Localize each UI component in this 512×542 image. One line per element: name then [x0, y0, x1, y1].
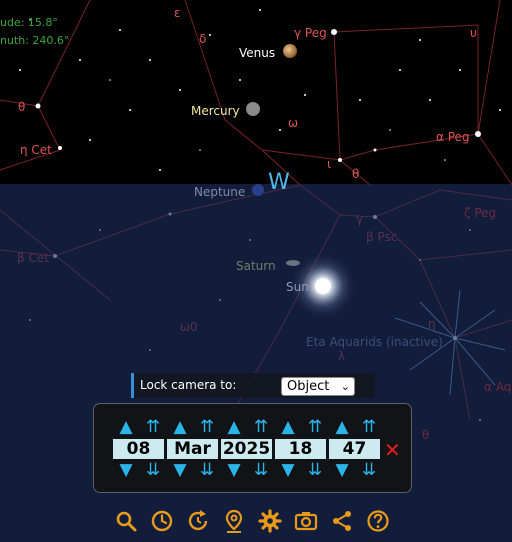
- help-button[interactable]: [365, 508, 391, 534]
- label-delta: δ: [199, 32, 207, 46]
- gear-icon: [258, 509, 282, 533]
- month-up-fast-button[interactable]: ⇈: [196, 417, 218, 437]
- label-eta-low: η: [428, 317, 436, 331]
- close-date-panel-button[interactable]: ✕: [384, 440, 401, 460]
- lock-camera-label: Lock camera to:: [140, 378, 237, 392]
- hour-down-fast-button[interactable]: ⇊: [304, 460, 326, 480]
- minute-up-fast-button[interactable]: ⇈: [358, 417, 380, 437]
- bottom-toolbar: [113, 508, 393, 534]
- month-field[interactable]: Mar: [167, 439, 218, 459]
- hour-down-button[interactable]: ▼: [277, 460, 299, 480]
- screenshot-button[interactable]: [293, 508, 319, 534]
- label-iota: ι: [327, 157, 332, 171]
- label-beta-cet: β Cet: [17, 251, 49, 265]
- label-venus[interactable]: Venus: [239, 46, 275, 60]
- label-zeta-peg: ζ Peg: [464, 206, 497, 220]
- label-theta-mid: θ: [352, 167, 360, 181]
- hour-up-fast-button[interactable]: ⇈: [304, 417, 326, 437]
- chevron-down-icon: ⌄: [340, 380, 350, 393]
- lock-camera-selected-value: Object: [287, 379, 330, 394]
- share-icon: [333, 511, 351, 531]
- reset-time-button[interactable]: [185, 508, 211, 534]
- label-epsilon: ε: [174, 6, 181, 20]
- label-mercury[interactable]: Mercury: [191, 104, 240, 118]
- refresh-time-icon: [188, 510, 208, 531]
- minute-down-fast-button[interactable]: ⇊: [358, 460, 380, 480]
- year-up-button[interactable]: ▲: [223, 417, 245, 437]
- search-icon: [116, 511, 137, 532]
- day-up-button[interactable]: ▲: [115, 417, 137, 437]
- day-up-fast-button[interactable]: ⇈: [142, 417, 164, 437]
- label-beta-psc: β Psc: [366, 230, 398, 244]
- help-icon: [367, 510, 389, 532]
- saturn-disc[interactable]: [286, 260, 300, 266]
- month-down-button[interactable]: ▼: [169, 460, 191, 480]
- mercury-disc[interactable]: [246, 102, 260, 116]
- lock-camera-select[interactable]: Object ⌄: [281, 377, 355, 396]
- minute-down-button[interactable]: ▼: [331, 460, 353, 480]
- lock-camera-bar: Lock camera to: Object ⌄: [131, 373, 375, 398]
- label-omega0: ω0: [180, 320, 198, 334]
- hour-up-button[interactable]: ▲: [277, 417, 299, 437]
- label-gamma-peg: γ Peg: [294, 26, 327, 40]
- year-down-fast-button[interactable]: ⇊: [250, 460, 272, 480]
- day-down-fast-button[interactable]: ⇊: [142, 460, 164, 480]
- location-button[interactable]: [221, 508, 247, 534]
- day-down-button[interactable]: ▼: [115, 460, 137, 480]
- compass-west: W: [268, 170, 290, 195]
- label-saturn[interactable]: Saturn: [236, 259, 276, 273]
- label-eta-cet: η Cet: [20, 143, 52, 157]
- hour-field[interactable]: 18: [275, 439, 326, 459]
- label-omega: ω: [288, 116, 299, 130]
- label-sun[interactable]: Sun: [286, 280, 309, 294]
- year-field[interactable]: 2025: [221, 439, 272, 459]
- neptune-disc[interactable]: [252, 184, 264, 196]
- label-theta-low: θ: [422, 428, 430, 442]
- altitude-readout: ude: 15.8°: [0, 16, 58, 29]
- label-gamma-low: γ: [356, 212, 364, 226]
- sun-disc[interactable]: [315, 278, 331, 294]
- month-up-button[interactable]: ▲: [169, 417, 191, 437]
- year-down-button[interactable]: ▼: [223, 460, 245, 480]
- time-button[interactable]: [149, 508, 175, 534]
- label-neptune[interactable]: Neptune: [194, 185, 245, 199]
- label-upsilon: υ: [470, 26, 477, 40]
- minute-up-button[interactable]: ▲: [331, 417, 353, 437]
- minute-field[interactable]: 47: [329, 439, 380, 459]
- label-eta-aquariids: Eta Aquarids (inactive): [306, 335, 443, 349]
- label-alpha-peg: α Peg: [436, 130, 470, 144]
- date-time-panel: ▲ ⇈ 08 ▼ ⇊ ▲ ⇈ Mar ▼ ⇊ ▲ ⇈ 2025 ▼ ⇊ ▲ ⇈ …: [93, 403, 412, 493]
- camera-icon: [294, 512, 318, 531]
- day-field[interactable]: 08: [113, 439, 164, 459]
- year-up-fast-button[interactable]: ⇈: [250, 417, 272, 437]
- settings-button[interactable]: [257, 508, 283, 534]
- location-pin-icon: [225, 509, 243, 533]
- label-alpha-aq: α Aq: [484, 380, 512, 394]
- label-lambda: λ: [338, 349, 346, 363]
- clock-icon: [151, 510, 173, 532]
- label-theta-left: θ: [18, 100, 26, 114]
- azimuth-readout: nuth: 240.6°: [0, 34, 70, 47]
- venus-disc[interactable]: [283, 44, 297, 58]
- month-down-fast-button[interactable]: ⇊: [196, 460, 218, 480]
- search-button[interactable]: [113, 508, 139, 534]
- share-button[interactable]: [329, 508, 355, 534]
